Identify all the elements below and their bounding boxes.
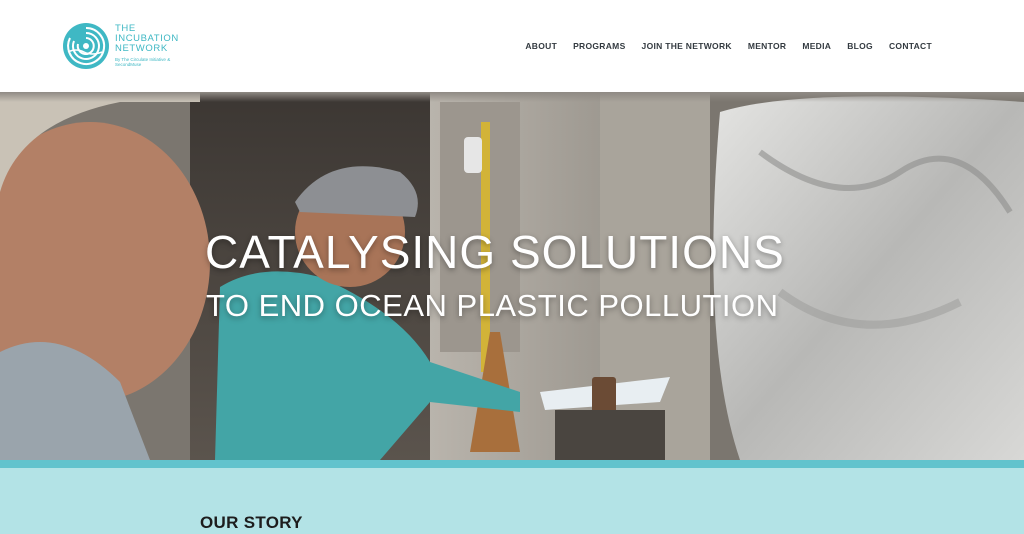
site-header: THE INCUBATION NETWORK By The Circulate … xyxy=(0,0,1024,92)
logo-tagline: By The Circulate Initiative & SecondMuse xyxy=(115,57,171,67)
hero-heading: CATALYSING SOLUTIONS xyxy=(205,226,785,278)
nav-contact[interactable]: CONTACT xyxy=(889,41,932,51)
logo-title-line: NETWORK xyxy=(115,43,168,54)
main-nav: ABOUT PROGRAMS JOIN THE NETWORK MENTOR M… xyxy=(525,39,932,53)
logo-link[interactable]: THE INCUBATION NETWORK By The Circulate … xyxy=(62,20,202,72)
nav-mentor[interactable]: MENTOR xyxy=(748,41,786,51)
our-story-section: OUR STORY xyxy=(0,468,1024,534)
nav-programs[interactable]: PROGRAMS xyxy=(573,41,625,51)
section-divider-strip xyxy=(0,460,1024,468)
our-story-title: OUR STORY xyxy=(200,513,303,532)
nav-join-the-network[interactable]: JOIN THE NETWORK xyxy=(642,41,732,51)
hero-top-shadow xyxy=(0,92,1024,102)
nav-blog[interactable]: BLOG xyxy=(847,41,873,51)
nav-media[interactable]: MEDIA xyxy=(802,41,831,51)
nav-about[interactable]: ABOUT xyxy=(525,41,557,51)
hero-banner: CATALYSING SOLUTIONS TO END OCEAN PLASTI… xyxy=(0,92,1024,460)
logo-icon xyxy=(63,23,109,69)
hero-subheading: TO END OCEAN PLASTIC POLLUTION xyxy=(206,288,779,323)
logo-title: THE INCUBATION NETWORK xyxy=(115,24,205,54)
